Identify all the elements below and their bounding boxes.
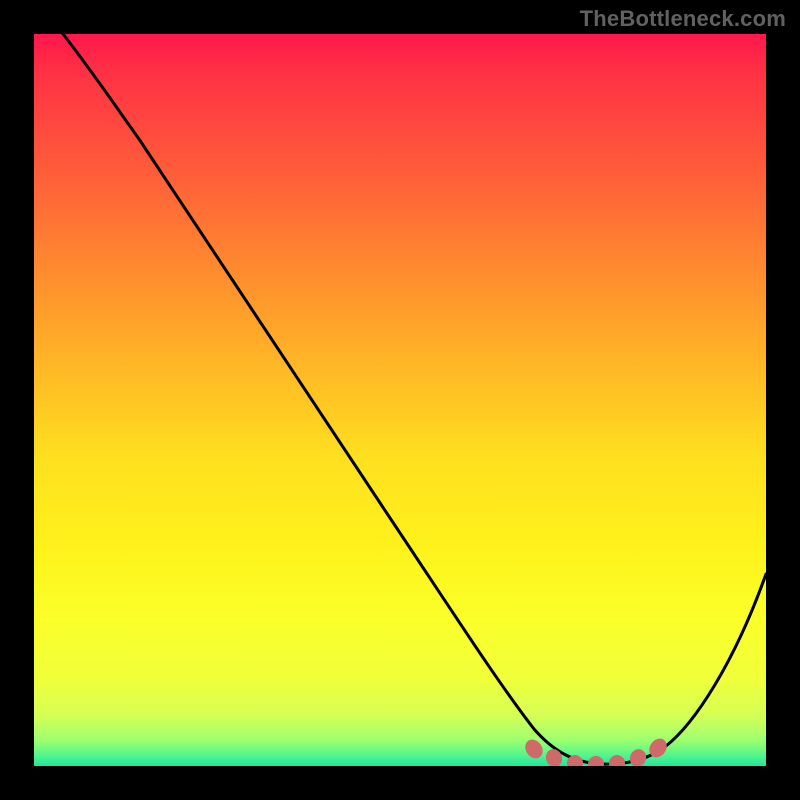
chart-container: TheBottleneck.com: [0, 0, 800, 800]
plot-area: [34, 34, 766, 766]
watermark-text: TheBottleneck.com: [580, 6, 786, 32]
curve-overlay: [34, 34, 766, 766]
marker-dot: [543, 747, 564, 766]
bottleneck-curve-path: [63, 34, 766, 764]
marker-dot: [609, 755, 625, 766]
marker-dot: [588, 756, 604, 766]
